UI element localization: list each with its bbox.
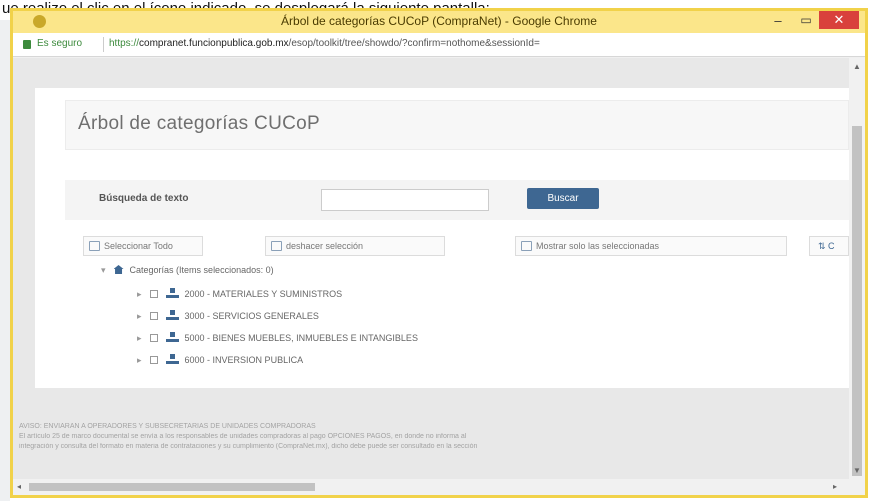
search-button[interactable]: Buscar [527,188,599,209]
deselect-button[interactable]: deshacer selección [265,236,445,256]
expand-toggle-icon[interactable]: ▸ [137,355,142,365]
tree-item-label: 2000 - MATERIALES Y SUMINISTROS [184,289,343,299]
category-icon [165,288,179,298]
url-domain: compranet.funcionpublica.gob.mx [139,38,289,49]
tree-item-label: 3000 - SERVICIOS GENERALES [184,311,319,321]
close-button[interactable]: ✕ [819,11,859,29]
modal-title: Árbol de categorías CUCoP [78,113,320,134]
show-selected-label: Mostrar solo las seleccionadas [536,241,660,251]
horizontal-scrollbar[interactable]: ◂ ▸ [13,479,865,495]
tree-checkbox[interactable] [149,356,158,364]
expand-toggle-icon[interactable]: ▸ [137,333,142,343]
expand-toggle-icon[interactable]: ▸ [137,311,142,321]
title-bar: Árbol de categorías CUCoP (CompraNet) - … [13,11,865,33]
tree-item-2000[interactable]: ▸ 2000 - MATERIALES Y SUMINISTROS [137,288,342,300]
maximize-button[interactable]: ▭ [797,13,815,29]
tree-item-label: 5000 - BIENES MUEBLES, INMUEBLES E INTAN… [184,333,418,343]
uncheck-list-icon [271,241,282,251]
search-row: Búsqueda de texto Buscar [65,180,849,220]
lock-icon [23,40,31,49]
secure-label[interactable]: Es seguro [37,38,82,49]
browser-window: Árbol de categorías CUCoP (CompraNet) - … [10,8,868,498]
tree-checkbox[interactable] [149,334,158,342]
search-input[interactable] [321,189,489,211]
checkbox-list-icon [89,241,100,251]
minimize-button[interactable]: – [769,13,787,29]
tree-checkbox[interactable] [149,312,158,320]
window-title: Árbol de categorías CUCoP (CompraNet) - … [281,14,597,28]
sort-icon: ⇅ [818,241,829,251]
page-footer: AVISO: ENVIARÁN A OPERADORES Y SUBSECRET… [13,423,849,479]
address-separator [103,37,104,52]
more-button[interactable]: ⇅ C [809,236,849,256]
category-icon [165,310,179,320]
vertical-scrollbar[interactable]: ▲ ▼ [849,58,865,479]
tree-item-5000[interactable]: ▸ 5000 - BIENES MUEBLES, INMUEBLES E INTA… [137,332,418,344]
show-selected-button[interactable]: Mostrar solo las seleccionadas [515,236,787,256]
desktop-background [0,20,10,501]
url-protocol: https:// [109,38,140,49]
expand-toggle-icon[interactable]: ▸ [137,289,142,299]
category-icon [165,332,179,342]
select-all-button[interactable]: Seleccionar Todo [83,236,203,256]
more-label: C [828,241,835,251]
collapse-toggle-icon[interactable]: ▾ [101,265,106,275]
tree-root[interactable]: ▾ Categorías (Items seleccionados: 0) [101,265,274,276]
page-viewport: Árbol de categorías CUCoP Búsqueda de te… [13,58,849,479]
select-all-label: Seleccionar Todo [104,241,173,251]
tree-item-6000[interactable]: ▸ 6000 - INVERSION PUBLICA [137,354,303,366]
search-label: Búsqueda de texto [99,193,189,204]
deselect-label: deshacer selección [286,241,364,251]
vertical-scroll-thumb[interactable] [852,126,862,476]
url-text[interactable]: https://compranet.funcionpublica.gob.mx/… [109,38,849,49]
footer-notice: AVISO: ENVIARÁN A OPERADORES Y SUBSECRET… [19,423,316,430]
scroll-right-icon[interactable]: ▸ [833,482,837,491]
footer-text: integración y consulta del formato en ma… [19,443,478,450]
tree-item-label: 6000 - INVERSION PUBLICA [184,355,304,365]
scroll-down-icon[interactable]: ▼ [853,466,861,475]
category-tree-modal: Árbol de categorías CUCoP Búsqueda de te… [35,88,849,388]
url-path: /esop/toolkit/tree/showdo/?confirm=notho… [288,38,540,49]
horizontal-scroll-thumb[interactable] [29,483,315,491]
modal-header: Árbol de categorías CUCoP [65,100,849,150]
filter-icon [521,241,532,251]
category-icon [165,354,179,364]
scroll-up-icon[interactable]: ▲ [853,62,861,71]
tree-checkbox[interactable] [149,290,158,298]
address-bar[interactable]: Es seguro https://compranet.funcionpubli… [13,33,865,57]
scroll-left-icon[interactable]: ◂ [17,482,21,491]
footer-text: El artículo 25 de marco documental se en… [19,433,467,440]
home-icon [113,265,124,274]
tree-item-3000[interactable]: ▸ 3000 - SERVICIOS GENERALES [137,310,319,322]
tree-root-label: Categorías (Items seleccionados: 0) [129,265,274,275]
